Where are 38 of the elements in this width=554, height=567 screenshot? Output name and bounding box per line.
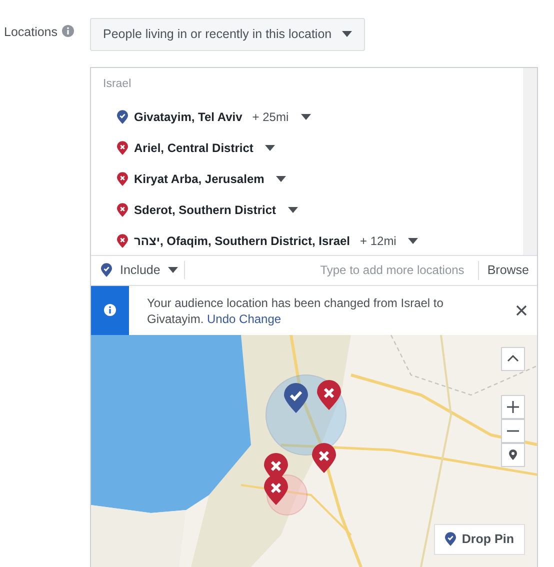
location-name: יצהר, Ofaqim, Southern District, Israel	[134, 232, 350, 250]
pin-icon	[444, 532, 456, 546]
location-pin-icon	[506, 448, 520, 462]
caret-icon[interactable]	[288, 206, 298, 212]
collapse-button[interactable]	[501, 346, 525, 371]
caret-icon[interactable]	[408, 238, 418, 244]
notice-text: Your audience location has been changed from Israel to Givatayim. Undo Change	[146, 294, 444, 328]
chevron-up-icon	[507, 355, 519, 362]
minus-icon	[507, 430, 519, 432]
exclude-pin-icon	[312, 442, 336, 473]
plus-icon	[507, 400, 519, 413]
caret-icon[interactable]	[265, 144, 276, 150]
caret-icon	[342, 31, 352, 38]
field-label: Locations	[4, 24, 58, 41]
exclude-pin-icon	[317, 380, 341, 410]
location-name: Ariel, Central District	[134, 140, 254, 156]
location-name: Givatayim, Tel Aviv	[134, 108, 242, 126]
undo-link[interactable]: Undo Change	[207, 312, 282, 326]
radius-dropdown[interactable]: + 25mi	[252, 108, 289, 126]
info-icon	[104, 304, 116, 316]
location-name: Kiryat Arba, Jerusalem	[134, 170, 264, 188]
country-label: Israel	[103, 76, 132, 92]
locate-button[interactable]	[501, 442, 525, 467]
caret-icon[interactable]	[300, 114, 311, 120]
zoom-out-button[interactable]	[501, 418, 525, 443]
caret-icon	[168, 267, 178, 274]
scrollbar[interactable]	[523, 68, 537, 255]
info-icon[interactable]	[62, 25, 74, 37]
zoom-in-button[interactable]	[501, 394, 525, 419]
drop-pin-button[interactable]: Drop Pin	[434, 524, 525, 555]
caret-icon[interactable]	[276, 176, 286, 182]
exclude-pin-icon	[264, 474, 288, 505]
audience-dropdown[interactable]: People living in or recently in this location	[90, 18, 365, 51]
include-pin-icon	[284, 382, 308, 413]
location-name: Sderot, Southern District	[134, 202, 276, 218]
include-dropdown[interactable]: Include	[101, 260, 178, 280]
radius-dropdown[interactable]: + 12mi	[360, 232, 396, 250]
browse-button[interactable]: Browse	[478, 260, 529, 280]
